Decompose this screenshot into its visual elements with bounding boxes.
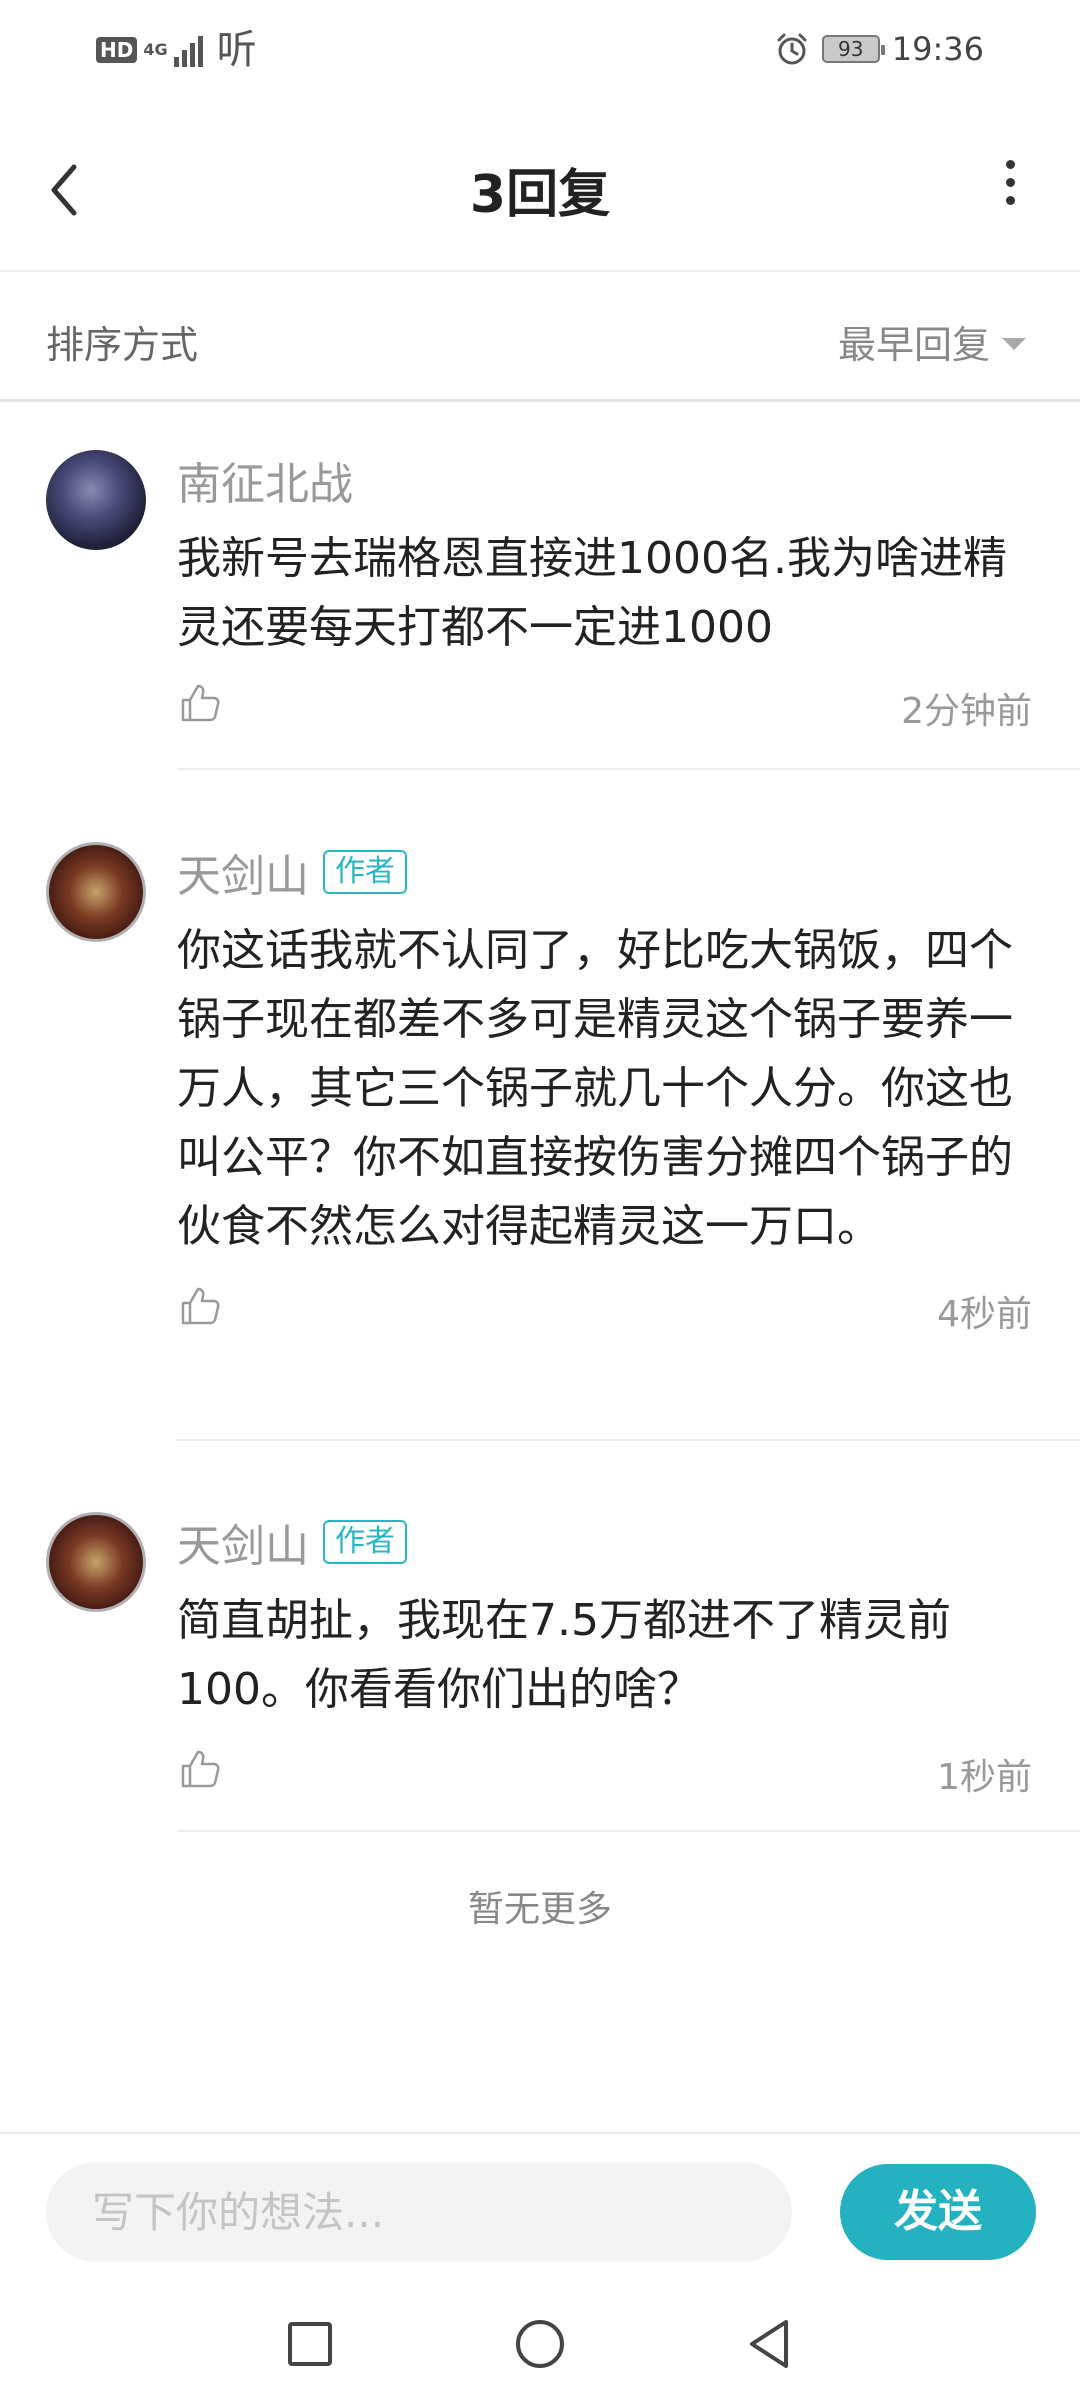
header: 3回复 (0, 110, 1080, 272)
system-nav-bar (0, 2288, 1080, 2400)
thumbs-up-icon[interactable] (177, 1746, 223, 1792)
comment-body: 南征北战 我新号去瑞格恩直接进1000名.我为啥进精灵还要每天打都不一定进100… (177, 450, 1080, 740)
comment-input-bar: 发送 (0, 2132, 1080, 2286)
end-of-list-note: 暂无更多 (467, 1889, 612, 1930)
comment-input[interactable] (46, 2162, 792, 2262)
divider (177, 768, 1080, 770)
network-type: 4G (143, 40, 168, 59)
more-vertical-icon[interactable] (1000, 160, 1020, 220)
home-icon[interactable] (510, 2314, 570, 2374)
page-title: 3回复 (469, 165, 611, 225)
comment-text: 我新号去瑞格恩直接进1000名.我为啥进精灵还要每天打都不一定进1000 (177, 533, 1007, 653)
thumbs-up-icon[interactable] (177, 680, 223, 726)
author-badge: 作者 (323, 1520, 407, 1564)
comment-meta: 4秒前 (177, 1283, 1080, 1343)
sort-selected-value: 最早回复 (837, 323, 990, 367)
thumbs-up-icon[interactable] (177, 1283, 223, 1329)
signal-icon (173, 33, 203, 67)
comment-text: 你这话我就不认同了，好比吃大锅饭，四个锅子现在都差不多可是精灵这个锅子要养一万人… (177, 925, 1013, 1252)
send-button[interactable]: 发送 (840, 2164, 1036, 2260)
status-right: 93 19:36 (774, 30, 984, 68)
sort-dropdown[interactable]: 最早回复 (838, 314, 1026, 369)
alarm-icon (777, 33, 807, 65)
comment-username[interactable]: 天剑山 (177, 840, 309, 904)
comment-time: 4秒前 (937, 1294, 1032, 1335)
author-badge: 作者 (323, 850, 407, 894)
sort-label: 排序方式 (46, 323, 199, 367)
comment-meta: 2分钟前 (177, 680, 1080, 740)
status-left: HD 4G 听 (96, 30, 257, 70)
sort-bar: 排序方式 最早回复 (0, 274, 1080, 402)
back-triangle-icon[interactable] (740, 2314, 800, 2374)
comment-header: 南征北战 (177, 450, 1080, 510)
recent-apps-icon[interactable] (280, 2314, 340, 2374)
comment-header: 天剑山 作者 (177, 842, 1080, 902)
divider (177, 1830, 1080, 1832)
caret-down-icon (1002, 337, 1026, 350)
battery-icon: 93 (821, 35, 885, 63)
comment-body: 天剑山 作者 你这话我就不认同了，好比吃大锅饭，四个锅子现在都差不多可是精灵这个… (177, 842, 1080, 1343)
comment-header: 天剑山 作者 (177, 1512, 1080, 1572)
comment-meta: 1秒前 (177, 1746, 1080, 1806)
comment-time: 2分钟前 (901, 691, 1032, 732)
comment-time: 1秒前 (937, 1757, 1032, 1798)
comment-username[interactable]: 南征北战 (177, 448, 353, 512)
hd-badge: HD (96, 37, 138, 63)
comment-username[interactable]: 天剑山 (177, 1510, 309, 1574)
listen-app-indicator: 听 (216, 27, 257, 73)
comment-body: 天剑山 作者 简直胡扯，我现在7.5万都进不了精灵前100。你看看你们出的啥？ … (177, 1512, 1080, 1806)
status-bar: HD 4G 听 93 19:36 (0, 0, 1080, 105)
avatar[interactable] (46, 450, 146, 550)
clock: 19:36 (891, 30, 984, 68)
comment-text: 简直胡扯，我现在7.5万都进不了精灵前100。你看看你们出的啥？ (177, 1595, 951, 1715)
avatar[interactable] (46, 842, 146, 942)
divider (177, 1439, 1080, 1441)
avatar[interactable] (46, 1512, 146, 1612)
